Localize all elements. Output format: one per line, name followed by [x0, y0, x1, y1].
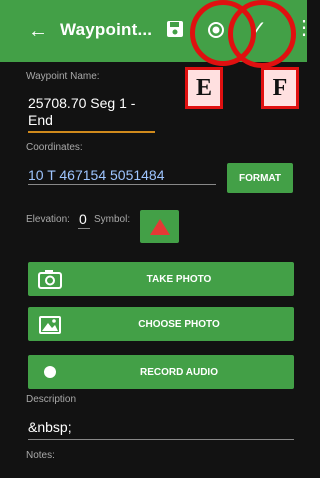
choose-photo-label: CHOOSE PHOTO	[138, 318, 220, 330]
waypoint-name-underline	[28, 131, 155, 133]
record-audio-label: RECORD AUDIO	[140, 366, 218, 378]
annotation-label-e: E	[185, 67, 223, 109]
more-vert-icon[interactable]: ⋮	[294, 17, 314, 39]
elevation-input[interactable]: 0	[79, 211, 87, 227]
page-title: Waypoint...	[60, 20, 153, 39]
take-photo-button[interactable]: TAKE PHOTO	[28, 262, 294, 296]
record-dot-icon	[44, 366, 56, 378]
symbol-label: Symbol:	[94, 214, 131, 225]
coordinates-underline	[28, 184, 216, 185]
choose-photo-button[interactable]: CHOOSE PHOTO	[28, 307, 294, 341]
elevation-underline	[78, 228, 90, 229]
save-icon[interactable]	[166, 20, 184, 38]
gallery-icon	[39, 316, 61, 334]
description-label: Description	[26, 394, 77, 405]
record-audio-button[interactable]: RECORD AUDIO	[28, 355, 294, 389]
symbol-button[interactable]	[140, 210, 179, 243]
waypoint-name-label: Waypoint Name:	[26, 71, 100, 82]
highlight-circle-f	[228, 0, 296, 68]
description-input[interactable]: &nbsp;	[28, 419, 72, 435]
waypoint-name-input[interactable]: 25708.70 Seg 1 - End	[28, 95, 158, 129]
notes-label: Notes:	[26, 450, 55, 461]
take-photo-label: TAKE PHOTO	[146, 273, 212, 285]
description-underline	[28, 439, 294, 440]
coordinates-input[interactable]: 10 T 467154 5051484	[28, 167, 165, 183]
elevation-label: Elevation:	[26, 214, 70, 225]
coordinates-label: Coordinates:	[26, 142, 83, 153]
back-arrow-icon[interactable]: ←	[28, 20, 48, 42]
format-button[interactable]: FORMAT	[227, 163, 293, 193]
camera-icon	[38, 270, 62, 289]
triangle-symbol-icon	[149, 218, 170, 235]
annotation-label-f: F	[261, 67, 299, 109]
